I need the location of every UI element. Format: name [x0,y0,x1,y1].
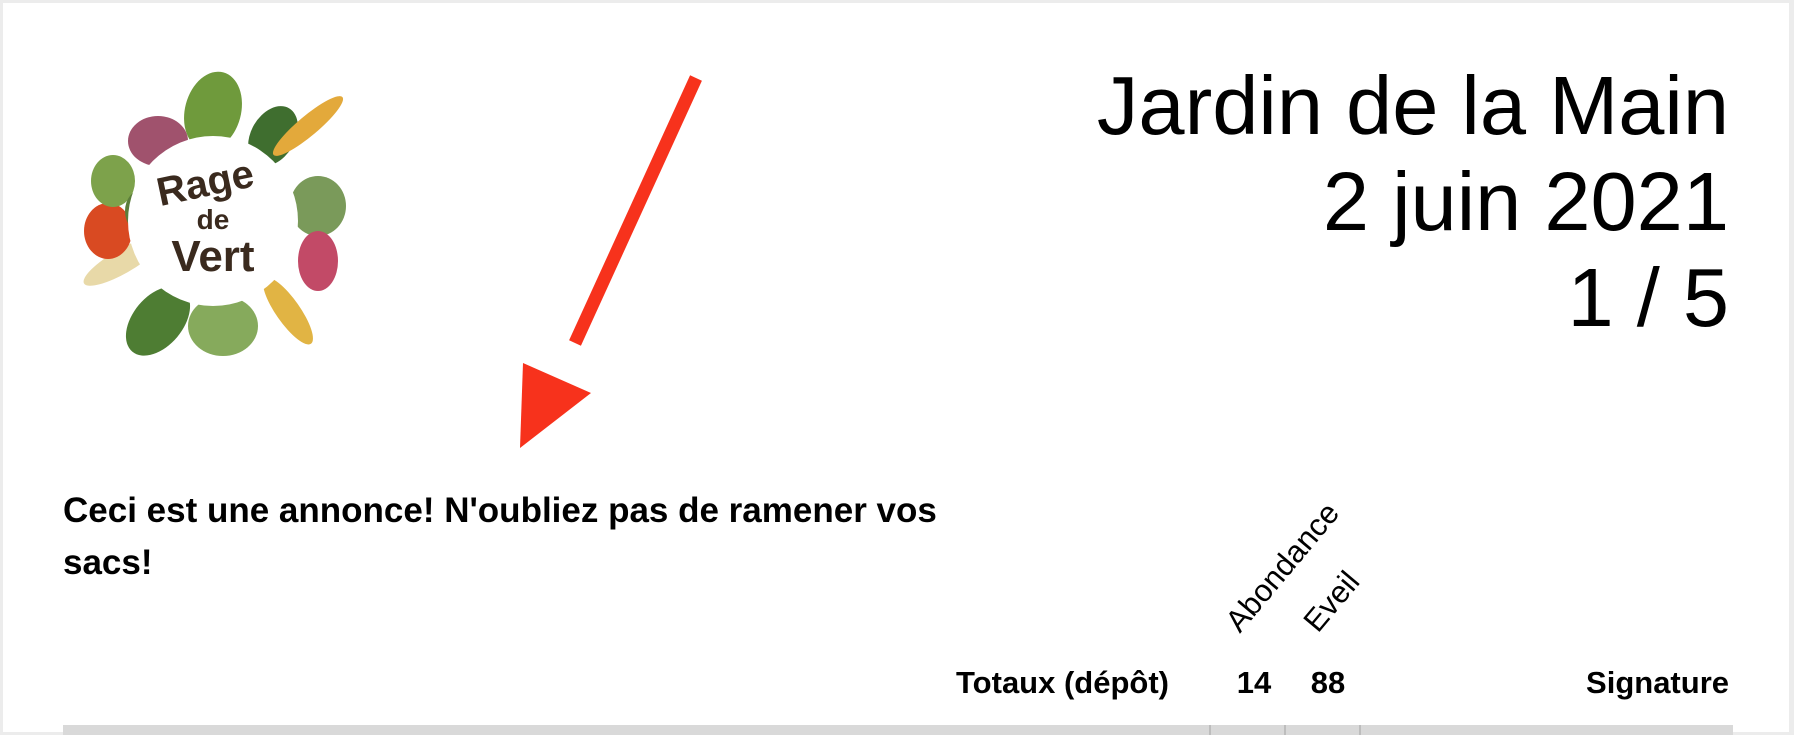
logo-text-vert: Vert [171,232,255,281]
distribution-date: 2 juin 2021 [1322,155,1729,248]
column-divider [1284,725,1286,735]
page-number: 1 / 5 [1567,251,1729,344]
page-header: Jardin de la Main 2 juin 2021 1 / 5 [1097,58,1729,346]
total-abondance: 14 [1236,665,1272,700]
totals-label: Totaux (dépôt) [956,665,1169,700]
total-eveil: 88 [1310,665,1346,700]
site-name: Jardin de la Main [1096,59,1729,152]
column-header-eveil: Eveil [1296,564,1367,639]
column-divider [1209,725,1211,735]
announcement-text: Ceci est une annonce! N'oubliez pas de r… [63,491,937,582]
rage-de-vert-logo: Rage de Vert [83,71,346,356]
logo-text-de: de [197,204,230,235]
table-header-bar [63,725,1733,735]
signature-label: Signature [1586,665,1729,700]
red-arrow-icon [520,75,702,448]
column-divider [1359,725,1361,735]
page: Rage de Vert Jardin de la Main 2 juin 20… [3,3,1789,735]
